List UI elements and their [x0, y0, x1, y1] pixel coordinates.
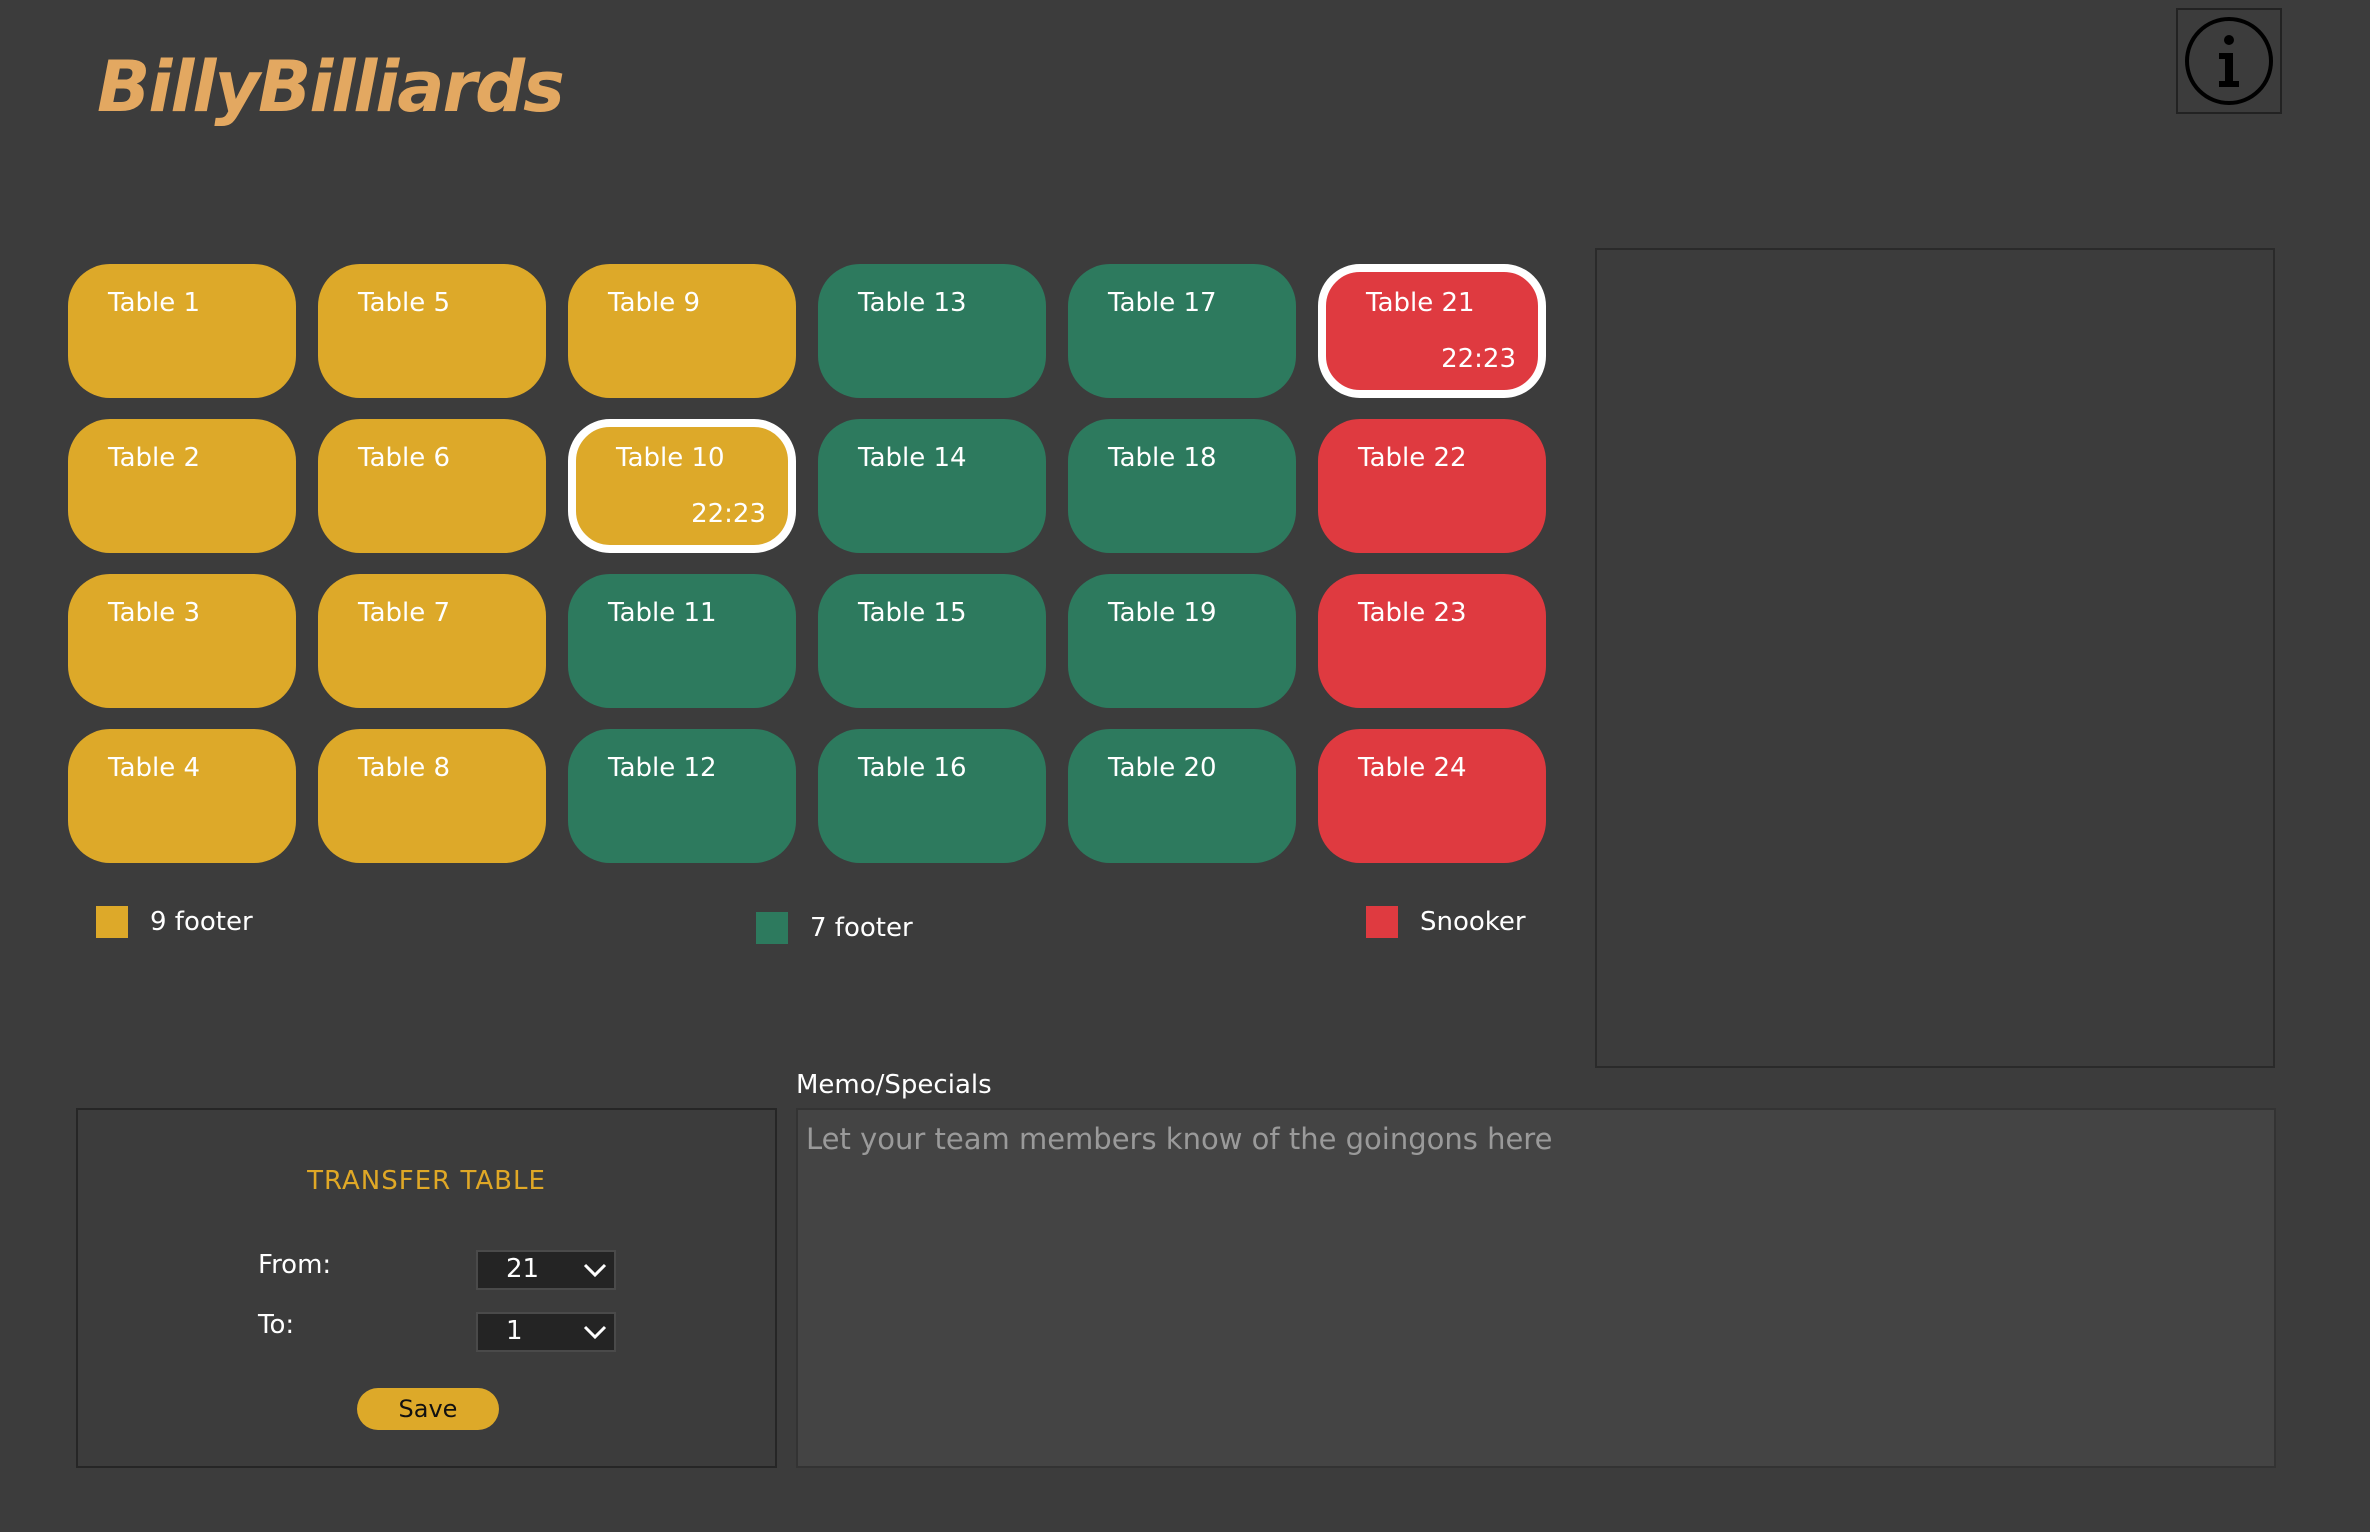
table-detail-panel	[1595, 248, 2275, 1068]
table-label: Table 12	[608, 753, 717, 783]
table-button-1[interactable]: Table 1	[68, 264, 296, 398]
table-button-15[interactable]: Table 15	[818, 574, 1046, 708]
table-label: Table 13	[858, 288, 967, 318]
table-label: Table 22	[1358, 443, 1467, 473]
transfer-title: TRANSFER TABLE	[307, 1166, 546, 1196]
table-button-8[interactable]: Table 8	[318, 729, 546, 863]
table-label: Table 2	[108, 443, 201, 473]
legend-swatch	[1366, 906, 1398, 938]
table-label: Table 6	[358, 443, 451, 473]
table-timer: 22:23	[1441, 344, 1516, 374]
table-button-2[interactable]: Table 2	[68, 419, 296, 553]
table-button-17[interactable]: Table 17	[1068, 264, 1296, 398]
legend-snooker: Snooker	[1366, 906, 1526, 938]
save-button[interactable]: Save	[357, 1388, 499, 1430]
table-button-4[interactable]: Table 4	[68, 729, 296, 863]
table-button-16[interactable]: Table 16	[818, 729, 1046, 863]
table-button-11[interactable]: Table 11	[568, 574, 796, 708]
table-label: Table 10	[616, 443, 725, 473]
table-label: Table 4	[108, 753, 201, 783]
table-button-21[interactable]: Table 21 22:23	[1318, 264, 1546, 398]
table-button-12[interactable]: Table 12	[568, 729, 796, 863]
info-icon	[2185, 17, 2273, 105]
table-button-6[interactable]: Table 6	[318, 419, 546, 553]
table-label: Table 23	[1358, 598, 1467, 628]
table-button-3[interactable]: Table 3	[68, 574, 296, 708]
from-select-value: 21	[506, 1254, 540, 1284]
table-label: Table 17	[1108, 288, 1217, 318]
to-select[interactable]: 1	[476, 1312, 616, 1352]
info-button[interactable]	[2176, 8, 2282, 114]
legend-label: Snooker	[1420, 907, 1526, 937]
table-button-13[interactable]: Table 13	[818, 264, 1046, 398]
table-button-24[interactable]: Table 24	[1318, 729, 1546, 863]
table-label: Table 8	[358, 753, 451, 783]
to-select-value: 1	[506, 1316, 523, 1346]
table-button-9[interactable]: Table 9	[568, 264, 796, 398]
transfer-table-panel: TRANSFER TABLE From: 21 To: 1 Save	[76, 1108, 777, 1468]
table-button-20[interactable]: Table 20	[1068, 729, 1296, 863]
table-label: Table 3	[108, 598, 201, 628]
legend-label: 9 footer	[150, 907, 253, 937]
app-logo: BillyBilliards	[97, 46, 565, 128]
legend-label: 7 footer	[810, 913, 913, 943]
table-label: Table 16	[858, 753, 967, 783]
table-button-10[interactable]: Table 10 22:23	[568, 419, 796, 553]
from-label: From:	[258, 1250, 332, 1280]
legend-swatch	[756, 912, 788, 944]
table-label: Table 24	[1358, 753, 1467, 783]
table-button-23[interactable]: Table 23	[1318, 574, 1546, 708]
table-grid: Table 1 Table 2 Table 3 Table 4 Table 5 …	[68, 264, 1546, 863]
table-button-18[interactable]: Table 18	[1068, 419, 1296, 553]
table-button-22[interactable]: Table 22	[1318, 419, 1546, 553]
table-button-19[interactable]: Table 19	[1068, 574, 1296, 708]
table-label: Table 14	[858, 443, 967, 473]
legend-nine-footer: 9 footer	[96, 906, 253, 938]
from-select[interactable]: 21	[476, 1250, 616, 1290]
memo-input[interactable]	[796, 1108, 2276, 1468]
table-label: Table 7	[358, 598, 451, 628]
legend-swatch	[96, 906, 128, 938]
table-button-5[interactable]: Table 5	[318, 264, 546, 398]
legend-seven-footer: 7 footer	[756, 912, 913, 944]
table-timer: 22:23	[691, 499, 766, 529]
table-label: Table 5	[358, 288, 451, 318]
table-label: Table 1	[108, 288, 201, 318]
table-button-14[interactable]: Table 14	[818, 419, 1046, 553]
table-button-7[interactable]: Table 7	[318, 574, 546, 708]
memo-label: Memo/Specials	[796, 1070, 992, 1100]
table-label: Table 21	[1366, 288, 1475, 318]
table-label: Table 19	[1108, 598, 1217, 628]
chevron-down-icon	[583, 1263, 607, 1278]
chevron-down-icon	[583, 1325, 607, 1340]
table-label: Table 15	[858, 598, 967, 628]
table-label: Table 9	[608, 288, 701, 318]
to-label: To:	[258, 1310, 295, 1340]
table-label: Table 18	[1108, 443, 1217, 473]
table-label: Table 20	[1108, 753, 1217, 783]
table-label: Table 11	[608, 598, 717, 628]
